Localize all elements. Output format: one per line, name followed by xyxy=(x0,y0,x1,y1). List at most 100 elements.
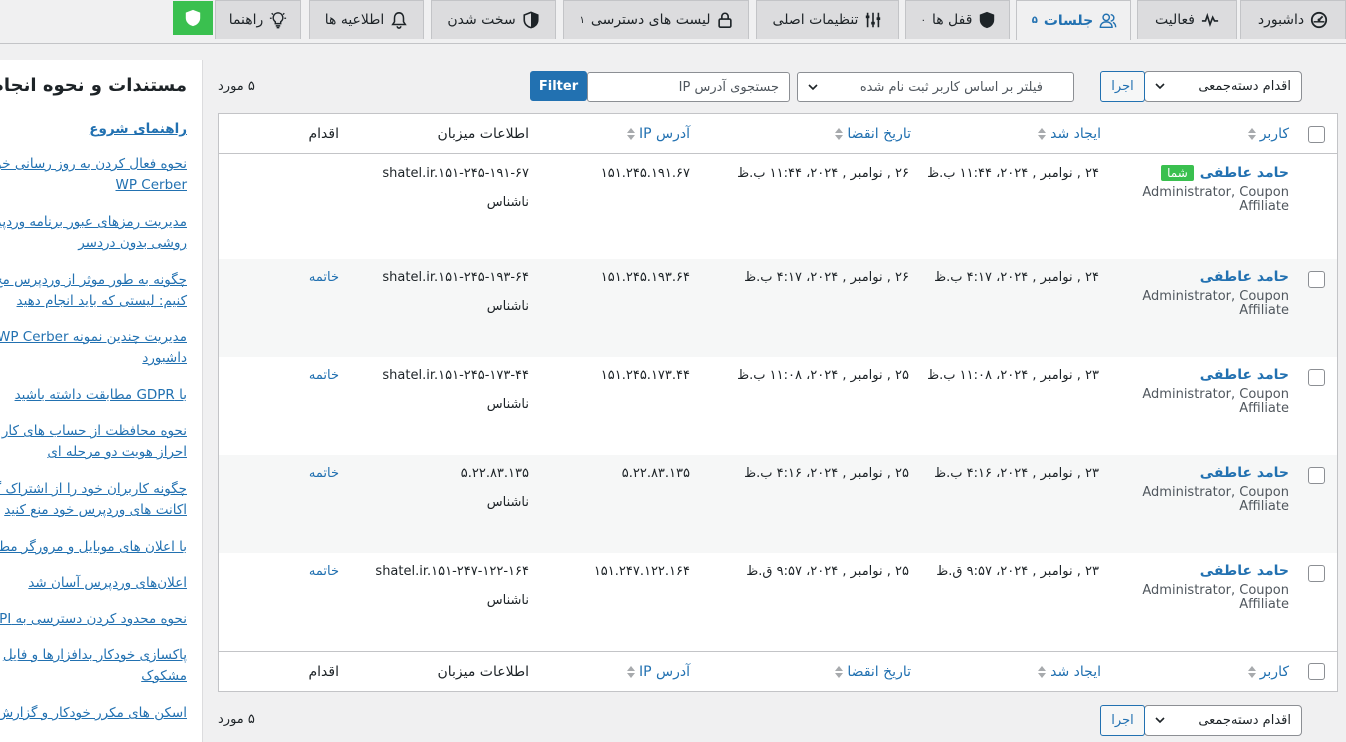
user-cell: حامد عاطفی Administrator, Coupon Affiliat… xyxy=(1142,465,1289,514)
dashboard-icon xyxy=(1310,11,1328,29)
column-user[interactable]: کاربر xyxy=(1247,114,1289,154)
ip-search-input[interactable]: جستجوی آدرس IP xyxy=(587,72,790,102)
tab-label: لیست های دسترسی xyxy=(590,12,711,28)
ip-cell: ۱۵۱.۲۴۵.۱۹۳.۶۴ xyxy=(600,270,690,285)
host-country: ناشناس xyxy=(486,495,529,510)
column-host: اطلاعات میزبان xyxy=(437,126,529,142)
table-row: حامد عاطفی Administrator, Coupon Affiliat… xyxy=(219,259,1337,357)
sidebar-link[interactable]: مدیریت چندین نمونه WP Cerber داشبورد xyxy=(0,327,187,369)
row-checkbox[interactable] xyxy=(1308,467,1325,484)
bulk-action-select-bottom[interactable]: اقدام دسته‌جمعی xyxy=(1144,705,1302,736)
sidebar-link-getting-started[interactable]: راهنمای شروع xyxy=(89,119,187,140)
cerber-shield-icon[interactable] xyxy=(173,1,213,35)
sort-icon xyxy=(626,127,635,141)
sort-icon xyxy=(835,665,844,679)
user-link[interactable]: حامد عاطفی xyxy=(1200,165,1289,181)
tab-activity[interactable]: فعالیت xyxy=(1137,0,1237,39)
tab-sessions[interactable]: جلسات ۵ xyxy=(1016,0,1131,40)
user-cell: حامد عاطفی شما Administrator, Coupon Affil… xyxy=(1142,165,1289,214)
sidebar-link[interactable]: با اعلان های موبایل و مرورگر مطل xyxy=(0,537,187,558)
sidebar-link[interactable]: نحوه فعال کردن به روز رسانی خود WP Cerber xyxy=(0,154,187,196)
you-badge: شما xyxy=(1161,165,1194,181)
sidebar-link[interactable]: چگونه کاربران خود را از اشتراک گ اکانت ها… xyxy=(0,479,187,521)
column-ip[interactable]: آدرس IP xyxy=(626,652,690,692)
apply-button-bottom[interactable]: اجرا xyxy=(1100,705,1145,736)
tab-label: اطلاعیه ها xyxy=(324,12,385,28)
sidebar-link[interactable]: اسکن های مکرر خودکار و گزارش xyxy=(0,703,187,724)
tab-badge: ۱ xyxy=(579,14,585,26)
sidebar-link[interactable]: با GDPR مطابقت داشته باشید xyxy=(15,385,187,406)
tab-label: تنظیمات اصلی xyxy=(772,12,859,28)
table-row: حامد عاطفی Administrator, Coupon Affiliat… xyxy=(219,553,1337,651)
user-link[interactable]: حامد عاطفی xyxy=(1200,563,1289,579)
table-row: حامد عاطفی Administrator, Coupon Affiliat… xyxy=(219,357,1337,455)
column-created[interactable]: ایجاد شد xyxy=(1038,114,1101,154)
sort-icon xyxy=(1038,665,1047,679)
tab-hardening[interactable]: سخت شدن xyxy=(431,0,556,39)
sidebar-link[interactable]: چگونه به طور موثر از وردپرس مح کنیم: لیست… xyxy=(0,270,187,312)
sidebar-link[interactable]: نحوه محدود کردن دسترسی به PI xyxy=(0,609,187,630)
terminate-link[interactable]: خاتمه xyxy=(309,466,339,481)
created-cell: ۲۴ , نوامبر , ۲۰۲۴، ۴:۱۷ ب.ظ xyxy=(934,270,1099,285)
user-link[interactable]: حامد عاطفی xyxy=(1200,367,1289,383)
user-link[interactable]: حامد عاطفی xyxy=(1200,269,1289,285)
user-filter-placeholder: فیلتر بر اساس کاربر ثبت نام شده xyxy=(859,79,1043,95)
tab-dashboard[interactable]: داشبورد xyxy=(1240,0,1346,39)
host-country: ناشناس xyxy=(486,299,529,314)
tab-main-settings[interactable]: تنظیمات اصلی xyxy=(756,0,899,39)
tab-label: راهنما xyxy=(228,12,264,28)
created-cell: ۲۳ , نوامبر , ۲۰۲۴، ۱۱:۰۸ ب.ظ xyxy=(927,368,1099,383)
row-checkbox[interactable] xyxy=(1308,565,1325,582)
user-filter-select[interactable]: فیلتر بر اساس کاربر ثبت نام شده xyxy=(797,72,1074,102)
tab-notifications[interactable]: اطلاعیه ها xyxy=(309,0,424,39)
activity-icon xyxy=(1201,11,1219,29)
tab-label: داشبورد xyxy=(1257,12,1305,28)
sliders-icon xyxy=(864,11,882,29)
tab-lockouts[interactable]: قفل ها ۰ xyxy=(905,0,1010,39)
row-checkbox[interactable] xyxy=(1308,271,1325,288)
sidebar-link[interactable]: پاکسازی خودکار بدافزارها و فایل مشکوک xyxy=(3,645,187,687)
column-expires[interactable]: تاریخ انقضا xyxy=(835,114,911,154)
select-all-checkbox[interactable] xyxy=(1308,126,1325,143)
host-country: ناشناس xyxy=(486,397,529,412)
tab-label: قفل ها xyxy=(931,12,973,28)
ip-cell: ۱۵۱.۲۴۵.۱۹۱.۶۷ xyxy=(600,166,690,181)
user-roles: Administrator, Coupon Affiliate xyxy=(1142,185,1289,214)
user-cell: حامد عاطفی Administrator, Coupon Affiliat… xyxy=(1142,367,1289,416)
apply-button[interactable]: اجرا xyxy=(1100,71,1145,102)
sidebar-link[interactable]: نحوه محافظت از حساب های کار احراز هویت دو… xyxy=(2,421,187,463)
sort-icon xyxy=(1247,665,1256,679)
bulk-action-select[interactable]: اقدام دسته‌جمعی xyxy=(1144,71,1302,102)
terminate-link[interactable]: خاتمه xyxy=(309,564,339,579)
column-expires[interactable]: تاریخ انقضا xyxy=(835,652,911,692)
sidebar-link[interactable]: مدیریت رمزهای عبور برنامه وردپر روشی بدون… xyxy=(0,212,187,254)
tab-help[interactable]: راهنما xyxy=(215,0,301,39)
host-cell: shatel.ir.۱۵۱-۲۴۵-۱۷۳-۴۴ xyxy=(382,368,529,383)
bell-icon xyxy=(390,11,408,29)
row-checkbox[interactable] xyxy=(1308,369,1325,386)
filter-button[interactable]: Filter xyxy=(530,71,587,101)
host-cell: shatel.ir.۱۵۱-۲۴۵-۱۹۱-۶۷ xyxy=(382,166,529,181)
column-action: اقدام xyxy=(308,126,340,142)
user-link[interactable]: حامد عاطفی xyxy=(1200,465,1289,481)
table-header: کاربر ایجاد شد تاریخ انقضا آدرس IP اطلاع… xyxy=(219,114,1337,154)
expires-cell: ۲۵ , نوامبر , ۲۰۲۴، ۴:۱۶ ب.ظ xyxy=(744,466,909,481)
user-roles: Administrator, Coupon Affiliate xyxy=(1142,387,1289,416)
lightbulb-icon xyxy=(269,11,287,29)
column-user[interactable]: کاربر xyxy=(1247,652,1289,692)
terminate-link[interactable]: خاتمه xyxy=(309,368,339,383)
created-cell: ۲۳ , نوامبر , ۲۰۲۴، ۴:۱۶ ب.ظ xyxy=(934,466,1099,481)
lock-icon xyxy=(716,11,734,29)
sidebar-link[interactable]: اعلان‌های وردپرس آسان شد xyxy=(28,573,187,594)
column-created[interactable]: ایجاد شد xyxy=(1038,652,1101,692)
host-country: ناشناس xyxy=(486,593,529,608)
created-cell: ۲۴ , نوامبر , ۲۰۲۴، ۱۱:۴۴ ب.ظ xyxy=(927,166,1099,181)
terminate-link[interactable]: خاتمه xyxy=(309,270,339,285)
ip-cell: ۱۵۱.۲۴۷.۱۲۲.۱۶۴ xyxy=(593,564,690,579)
select-all-checkbox-footer[interactable] xyxy=(1308,663,1325,680)
tab-access-lists[interactable]: لیست های دسترسی ۱ xyxy=(563,0,749,39)
user-roles: Administrator, Coupon Affiliate xyxy=(1142,289,1289,318)
column-ip[interactable]: آدرس IP xyxy=(626,114,690,154)
ip-search-placeholder: جستجوی آدرس IP xyxy=(678,79,779,95)
tab-label: فعالیت xyxy=(1155,12,1195,28)
